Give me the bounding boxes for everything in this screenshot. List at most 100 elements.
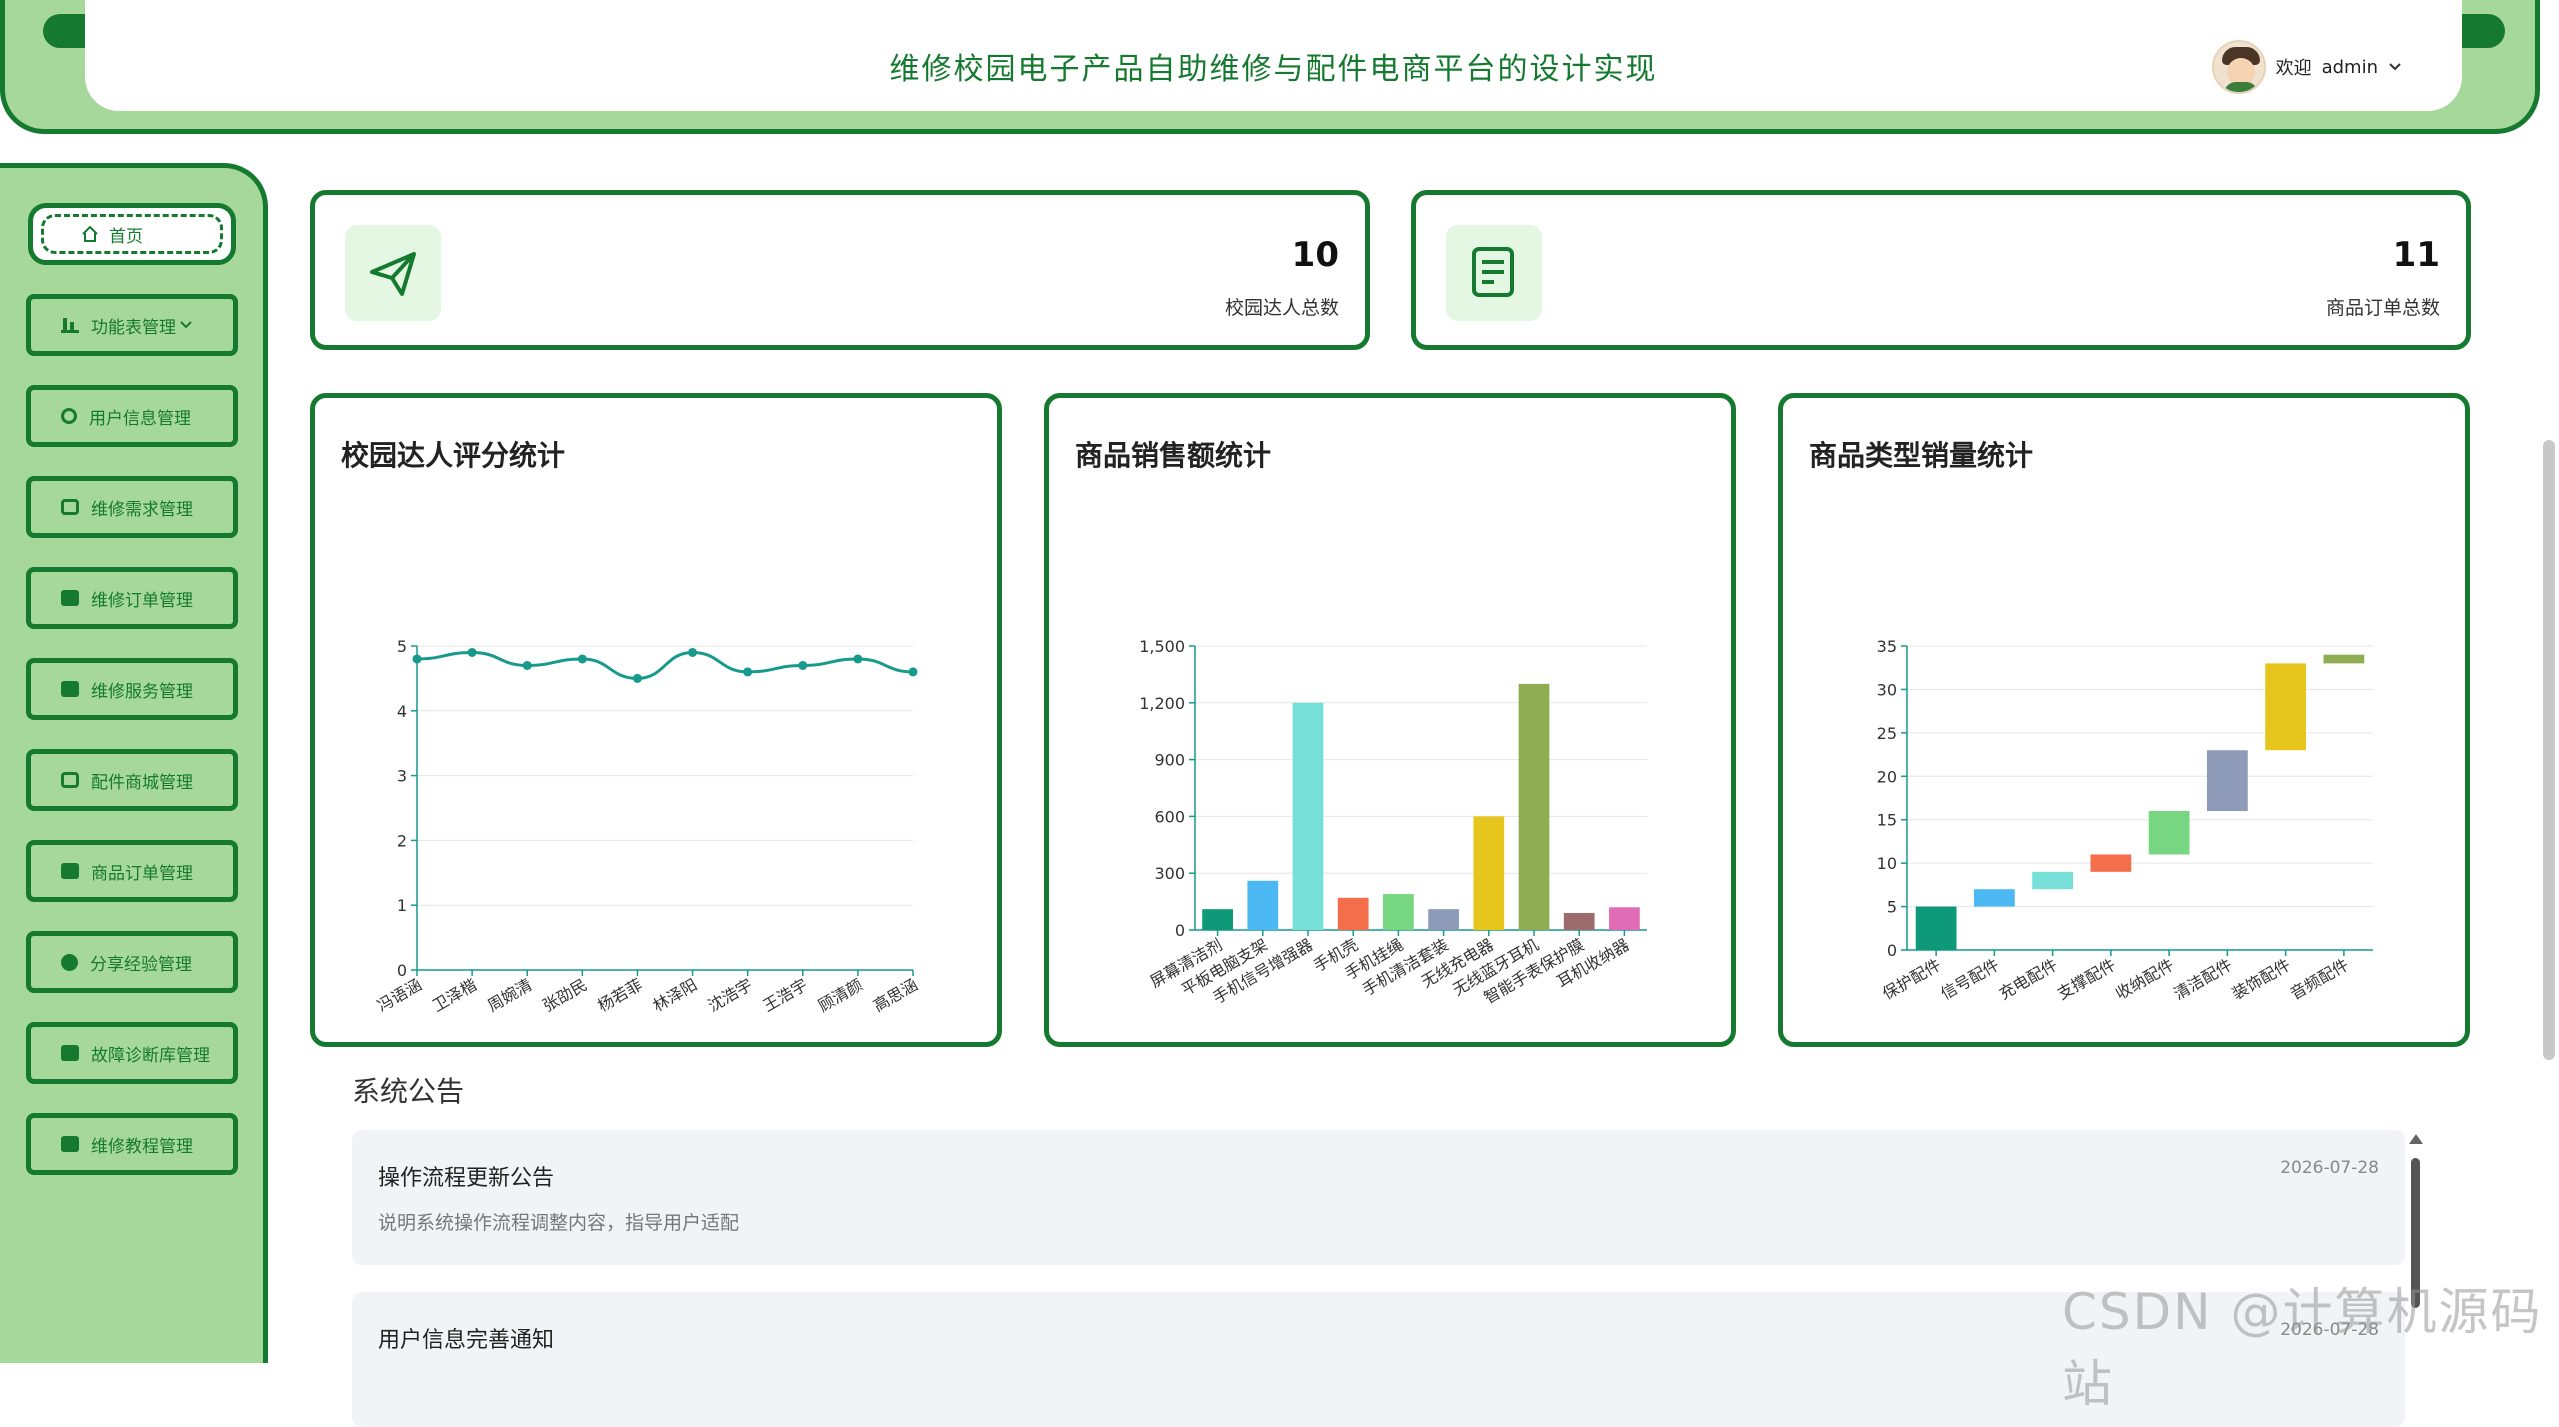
sidebar: 首页 功能表管理 用户信息管理 维修需求管理 维修订单管理 维修服务管理 配件商… [0, 163, 268, 1363]
page-scrollbar[interactable] [2543, 440, 2555, 1060]
data-point [908, 667, 918, 677]
sidebar-item-label: 用户信息管理 [89, 408, 191, 429]
y-tick-label: 15 [1877, 811, 1897, 830]
notice-desc: 说明系统操作流程调整内容，指导用户适配 [378, 1212, 740, 1234]
chevron-down-icon [180, 321, 192, 329]
y-tick-label: 300 [1154, 864, 1185, 883]
y-tick-label: 5 [397, 637, 407, 656]
notice-date: 2026-07-28 [2280, 1158, 2379, 1178]
bar [1473, 816, 1505, 930]
sidebar-item-share-experience[interactable]: 分享经验管理 [26, 931, 238, 993]
y-tick-label: 2 [397, 831, 407, 850]
sidebar-item-repair-demand[interactable]: 维修需求管理 [26, 476, 238, 538]
chart-card-sales: 商品销售额统计 0 300 600 900 1,200 1,500 屏幕清洁剂 平板电脑支架手… [1044, 393, 1736, 1047]
stat-value: 10 [1291, 235, 1339, 275]
y-tick-label: 0 [397, 961, 407, 980]
data-point [467, 647, 477, 657]
data-point [688, 647, 698, 657]
send-icon [370, 252, 416, 296]
sidebar-item-label: 商品订单管理 [91, 863, 193, 884]
x-tick-label: 王浩宇 [760, 975, 811, 1015]
sidebar-item-user-info[interactable]: 用户信息管理 [26, 385, 238, 447]
sidebar-item-label: 维修教程管理 [91, 1136, 193, 1157]
data-point [853, 654, 863, 664]
x-tick-label: 卫泽楷 [429, 975, 480, 1015]
x-tick-label: 保护配件 [1879, 955, 1944, 1003]
bar [1973, 889, 2015, 907]
card-icon [61, 863, 79, 879]
sidebar-item-fault-diagnosis[interactable]: 故障诊断库管理 [26, 1022, 238, 1084]
x-tick-label: 充电配件 [1996, 955, 2061, 1003]
data-point [632, 673, 642, 683]
y-tick-label: 900 [1154, 751, 1185, 770]
home-icon [82, 225, 98, 242]
chip-icon [61, 772, 79, 788]
y-tick-label: 25 [1877, 724, 1897, 743]
stat-icon-box [345, 225, 441, 321]
bar-chart: 03006009001,2001,500屏幕清洁剂平板电脑支架手机信号增强器手机… [1139, 637, 1647, 1007]
bar-chart-icon [61, 317, 79, 333]
document-icon [1472, 247, 1514, 297]
data-point [522, 660, 532, 670]
bar [2148, 811, 2190, 855]
sidebar-item-product-order[interactable]: 商品订单管理 [26, 840, 238, 902]
sidebar-item-label: 首页 [109, 226, 143, 247]
y-tick-label: 1 [397, 896, 407, 915]
sidebar-item-label: 维修服务管理 [91, 681, 193, 702]
stat-label: 校园达人总数 [1224, 297, 1339, 319]
sidebar-item-label: 维修需求管理 [91, 499, 193, 520]
notice-title: 用户信息完善通知 [378, 1328, 555, 1353]
sidebar-item-function-table[interactable]: 功能表管理 [26, 294, 238, 356]
series-line [416, 650, 914, 680]
sidebar-item-label: 分享经验管理 [90, 954, 192, 975]
watermark: CSDN @计算机源码站 [2062, 1283, 2543, 1413]
bar [2206, 750, 2248, 812]
bar [1202, 909, 1233, 930]
chevron-down-icon[interactable] [2388, 62, 2402, 72]
site-title: 维修校园电子产品自助维修与配件电商平台的设计实现 [889, 52, 1658, 87]
bar [1563, 912, 1595, 930]
chart-card-category: 商品类型销量统计 0 5 10 15 20 25 30 35 保护配件 信号配件 充电配件 支撑配件收… [1778, 393, 2470, 1047]
data-point [577, 654, 587, 664]
username: admin [2321, 56, 2378, 78]
x-tick-label: 林泽阳 [649, 975, 700, 1015]
chip-icon [61, 499, 79, 515]
avatar[interactable] [2211, 40, 2266, 94]
stat-icon-box [1446, 225, 1542, 321]
sidebar-item-label: 维修订单管理 [91, 590, 193, 611]
bar [2265, 663, 2307, 751]
chart-title: 商品销售额统计 [1075, 439, 1272, 472]
sidebar-item-home[interactable]: 首页 [28, 203, 236, 265]
bar [1247, 880, 1279, 930]
check-circle-icon [61, 953, 78, 971]
user-menu[interactable]: 欢迎 admin [2211, 40, 2402, 94]
x-tick-label: 装饰配件 [2229, 955, 2294, 1003]
y-tick-label: 30 [1877, 680, 1897, 699]
y-tick-label: 35 [1877, 637, 1897, 656]
sidebar-item-repair-tutorial[interactable]: 维修教程管理 [26, 1113, 238, 1175]
y-tick-label: 0 [1175, 921, 1185, 940]
sidebar-item-label: 故障诊断库管理 [91, 1045, 210, 1066]
y-tick-label: 5 [1887, 898, 1897, 917]
notice-item[interactable]: 操作流程更新公告 说明系统操作流程调整内容，指导用户适配 2026-07-28 [352, 1130, 2405, 1265]
x-tick-label: 顾清颜 [815, 975, 866, 1015]
data-point [743, 667, 753, 677]
bar [1518, 683, 1550, 930]
data-point [798, 660, 808, 670]
scroll-up-icon[interactable] [2409, 1134, 2423, 1144]
y-tick-label: 4 [397, 702, 407, 721]
line-chart: 0 1 2 3 4 5 冯语涵 卫泽楷 周婉清 张劭民 杨若菲 林泽阳 沈浩宇 王浩宇 顾清颜 高思涵 [374, 637, 921, 1015]
sidebar-item-parts-mall[interactable]: 配件商城管理 [26, 749, 238, 811]
sidebar-item-label: 功能表管理 [91, 317, 176, 338]
notice-heading: 系统公告 [352, 1075, 465, 1108]
x-tick-label: 张劭民 [539, 975, 590, 1015]
sidebar-item-repair-service[interactable]: 维修服务管理 [26, 658, 238, 720]
stat-value: 11 [2392, 235, 2440, 275]
chart-card-rating: 校园达人评分统计 0 1 2 3 4 5 冯语涵 卫泽楷 周婉清 张劭民 杨若菲 林泽阳 沈浩宇 王浩宇顾… [310, 393, 1002, 1047]
x-tick-label: 信号配件 [1937, 955, 2002, 1003]
y-tick-label: 1,500 [1139, 637, 1185, 656]
chart-title: 校园达人评分统计 [341, 439, 566, 472]
chart-title: 商品类型销量统计 [1809, 439, 2034, 472]
y-tick-label: 20 [1877, 767, 1897, 786]
sidebar-item-repair-order[interactable]: 维修订单管理 [26, 567, 238, 629]
